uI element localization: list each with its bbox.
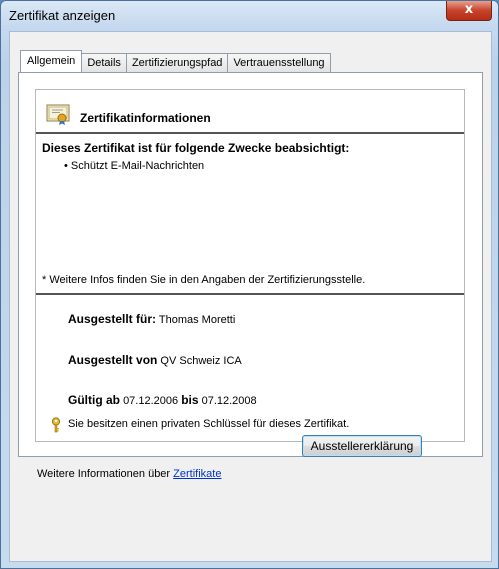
valid-from-value: 07.12.2006 bbox=[123, 395, 179, 407]
certificate-icon bbox=[46, 104, 70, 125]
valid-to-value: 07.12.2008 bbox=[201, 395, 257, 407]
key-icon bbox=[51, 417, 61, 433]
certificates-link[interactable]: Zertifikate bbox=[173, 468, 221, 480]
tab-allgemein[interactable]: Allgemein bbox=[20, 50, 83, 72]
dialog-window: Zertifikat anzeigen x Allgemein Details … bbox=[0, 0, 499, 569]
ca-info-note: * Weitere Infos finden Sie in den Angabe… bbox=[42, 274, 366, 286]
issued-to-value: Thomas Moretti bbox=[158, 314, 236, 326]
issuer-statement-button[interactable]: Ausstellererklärung bbox=[302, 435, 422, 457]
certificate-info-header: Zertifikatinformationen bbox=[80, 111, 211, 125]
valid-to-label: bis bbox=[181, 393, 199, 407]
purpose-item: • Schützt E-Mail-Nachrichten bbox=[64, 160, 205, 172]
tab-details[interactable]: Details bbox=[81, 53, 127, 72]
tab-panel-general: Zertifikatinformationen Dieses Zertifika… bbox=[18, 72, 483, 457]
more-info-text: Weitere Informationen über Zertifikate bbox=[37, 468, 221, 480]
more-info-prefix: Weitere Informationen über bbox=[37, 468, 174, 480]
purpose-heading: Dieses Zertifikat ist für folgende Zweck… bbox=[42, 141, 350, 155]
divider bbox=[36, 132, 464, 134]
issued-to-row: Ausgestellt für: Thomas Moretti bbox=[68, 312, 235, 326]
validity-row: Gültig ab 07.12.2006 bis 07.12.2008 bbox=[68, 393, 257, 407]
certificate-info-box: Zertifikatinformationen Dieses Zertifika… bbox=[35, 89, 465, 442]
title-bar[interactable]: Zertifikat anzeigen x bbox=[1, 1, 498, 31]
close-button[interactable]: x bbox=[446, 1, 492, 21]
private-key-note: Sie besitzen einen privaten Schlüssel fü… bbox=[68, 418, 350, 430]
divider bbox=[36, 293, 464, 295]
window-title: Zertifikat anzeigen bbox=[9, 8, 116, 23]
tab-zertifizierungspfad[interactable]: Zertifizierungspfad bbox=[125, 53, 229, 72]
close-icon: x bbox=[464, 2, 474, 17]
issued-by-label: Ausgestellt von bbox=[68, 353, 158, 367]
issued-to-label: Ausgestellt für: bbox=[68, 312, 157, 326]
dialog-client-area: Allgemein Details Zertifizierungspfad Ve… bbox=[9, 31, 492, 562]
tab-vertrauensstellung[interactable]: Vertrauensstellung bbox=[227, 53, 331, 72]
issued-by-value: QV Schweiz ICA bbox=[160, 355, 242, 367]
issued-by-row: Ausgestellt von QV Schweiz ICA bbox=[68, 353, 242, 367]
tab-strip: Allgemein Details Zertifizierungspfad Ve… bbox=[20, 50, 331, 72]
valid-from-label: Gültig ab bbox=[68, 393, 120, 407]
